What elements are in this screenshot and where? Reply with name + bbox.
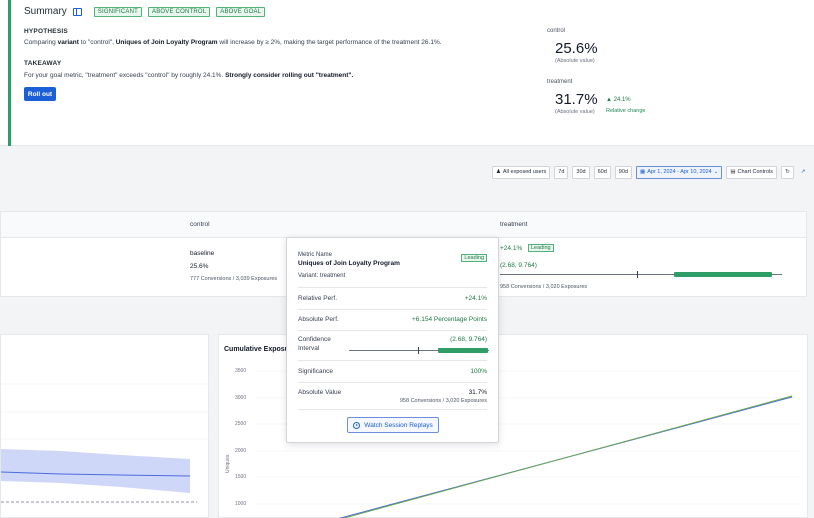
treatment-stat-label: treatment bbox=[547, 79, 573, 85]
control-stat-value: 25.6% bbox=[555, 40, 598, 57]
takeaway-label: TAKEAWAY bbox=[24, 60, 62, 67]
badge-above-goal: ABOVE GOAL bbox=[216, 6, 266, 17]
range-7d[interactable]: 7d bbox=[554, 165, 569, 179]
tooltip-abs-label: Absolute Perf. bbox=[298, 316, 339, 323]
treatment-stat-value: 31.7% bbox=[555, 91, 598, 108]
treatment-leading-badge: Leading bbox=[528, 244, 554, 252]
treatment-stat-sub: (Absolute value) bbox=[555, 109, 595, 115]
relative-change-label: Relative change bbox=[606, 108, 646, 114]
divider bbox=[298, 360, 487, 361]
chevron-down-icon: ⌄ bbox=[713, 169, 719, 175]
control-stat-sub: (Absolute value) bbox=[555, 58, 595, 64]
exposed-users-filter[interactable]: ♟ All exposed users bbox=[491, 165, 551, 179]
watch-session-replays-button[interactable]: Watch Session Replays bbox=[347, 417, 439, 433]
treatment-ci-baseline-tick bbox=[637, 271, 638, 278]
summary-title: Summary bbox=[24, 6, 67, 17]
left-chart-svg bbox=[0, 383, 210, 503]
treatment-ci-bar bbox=[674, 272, 772, 277]
treatment-cell-ci: (2.68, 9.764) bbox=[500, 262, 537, 269]
badge-significant: SIGNIFICANT bbox=[93, 6, 142, 17]
tooltip-ci-label-2: Interval bbox=[298, 345, 320, 352]
divider bbox=[298, 382, 487, 383]
tooltip-ci-bar bbox=[438, 348, 488, 353]
control-cell-sub: 777 Conversions / 3,039 Exposures bbox=[190, 276, 278, 282]
confidence-band bbox=[1, 449, 190, 493]
book-icon[interactable] bbox=[72, 7, 82, 16]
play-icon bbox=[353, 421, 361, 429]
tooltip-abs-value: +6.154 Percentage Points bbox=[412, 316, 487, 323]
summary-header: Summary SIGNIFICANT ABOVE CONTROL ABOVE … bbox=[24, 6, 266, 17]
relative-change-value: ▲ 24.1% bbox=[606, 97, 631, 103]
treatment-cell-change: +24.1% bbox=[500, 245, 523, 252]
tooltip-ci-baseline-tick bbox=[418, 347, 419, 354]
sliders-icon: ▤ bbox=[730, 169, 736, 175]
baseline-label: baseline bbox=[190, 250, 215, 257]
tooltip-rel-value: +24.1% bbox=[464, 295, 487, 302]
control-stat-label: control bbox=[547, 28, 566, 34]
range-30d[interactable]: 30d bbox=[572, 165, 590, 179]
chart-left-panel bbox=[0, 334, 210, 518]
badge-above-control: ABOVE CONTROL bbox=[148, 6, 211, 17]
control-cell-value: 25.6% bbox=[190, 263, 209, 270]
calendar-icon: ▦ bbox=[639, 169, 646, 175]
divider bbox=[298, 409, 487, 410]
tooltip-variant: Variant: treatment bbox=[298, 273, 346, 279]
column-header-control: control bbox=[190, 221, 210, 228]
chart-controls-row: ♟ All exposed users 7d 30d 60d 90d ▦ Apr 1… bbox=[491, 165, 814, 179]
date-range-picker[interactable]: ▦ Apr 1, 2024 - Apr 10, 2024 ⌄ bbox=[635, 165, 723, 179]
tooltip-absval-sub: 958 Conversions / 3,020 Exposures bbox=[399, 398, 487, 404]
chart-controls-button[interactable]: ▤ Chart Controls bbox=[726, 165, 777, 179]
takeaway-text: For your goal metric, "treatment" exceed… bbox=[24, 72, 354, 79]
rollout-button[interactable]: Roll out bbox=[24, 87, 56, 101]
refresh-icon: ↻ bbox=[785, 169, 790, 175]
treatment-cell-sub: 958 Conversions / 3,020 Exposures bbox=[500, 284, 588, 290]
tooltip-sig-label: Significance bbox=[298, 368, 334, 375]
tooltip-metric-name-label: Metric Name bbox=[298, 252, 333, 258]
range-60d[interactable]: 60d bbox=[593, 165, 611, 179]
divider bbox=[298, 309, 487, 310]
divider bbox=[298, 330, 487, 331]
divider bbox=[298, 287, 487, 288]
metric-tooltip: Metric Name Uniques of Join Loyalty Prog… bbox=[286, 237, 499, 443]
hypothesis-label: HYPOTHESIS bbox=[24, 28, 68, 35]
open-external-button[interactable]: ↗ bbox=[798, 166, 808, 179]
tooltip-absval-value: 31.7% bbox=[468, 389, 487, 396]
column-header-treatment: treatment bbox=[500, 221, 528, 228]
tooltip-sig-value: 100% bbox=[470, 368, 487, 375]
tooltip-metric-name: Uniques of Join Loyalty Program bbox=[298, 260, 400, 267]
external-link-icon: ↗ bbox=[800, 169, 806, 175]
refresh-button[interactable]: ↻ bbox=[781, 165, 794, 179]
tooltip-rel-label: Relative Perf. bbox=[298, 295, 338, 302]
summary-panel: Summary SIGNIFICANT ABOVE CONTROL ABOVE … bbox=[0, 0, 814, 146]
summary-accent-bar bbox=[8, 0, 11, 146]
tooltip-absval-label: Absolute Value bbox=[298, 389, 342, 396]
users-icon: ♟ bbox=[495, 169, 501, 175]
tooltip-leading-badge: Leading bbox=[461, 254, 487, 262]
table-header: control treatment bbox=[1, 212, 806, 238]
tooltip-ci-label: Confidence bbox=[298, 336, 331, 343]
hypothesis-text: Comparing variant to "control", Uniques … bbox=[24, 39, 442, 46]
range-90d[interactable]: 90d bbox=[614, 165, 632, 179]
tooltip-ci-value: (2.68, 9.764) bbox=[450, 336, 487, 343]
